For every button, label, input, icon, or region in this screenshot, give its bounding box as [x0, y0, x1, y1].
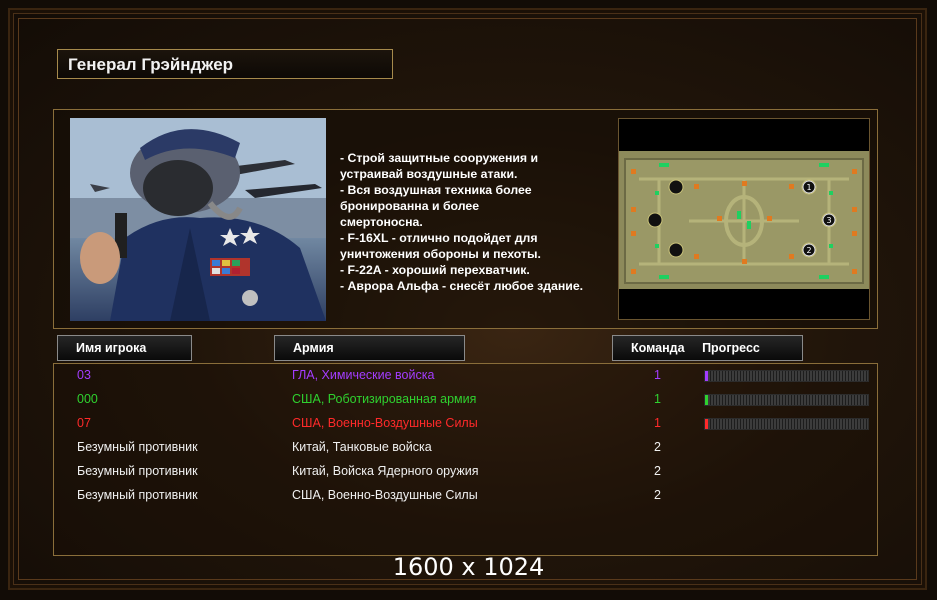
description-line: - F-22A - хороший перехватчик. — [340, 263, 530, 277]
progress-bar — [704, 418, 869, 430]
player-team: 2 — [654, 440, 661, 454]
description-line: устраивай воздушные атаки. — [340, 167, 518, 181]
progress-fill — [705, 371, 709, 381]
progress-bar — [704, 394, 869, 406]
description-line: - F-16XL - отлично подойдет для — [340, 231, 538, 245]
header-army: Армия — [274, 335, 465, 361]
header-team-progress: Команда Прогресс — [612, 335, 803, 361]
general-title: Генерал Грэйнджер — [57, 49, 393, 79]
header-team: Команда — [631, 341, 685, 355]
player-team: 1 — [654, 368, 661, 382]
progress-fill — [705, 395, 709, 405]
minimap-image: 1 2 3 — [619, 151, 869, 289]
player-army: Китай, Войска Ядерного оружия — [292, 464, 479, 478]
player-team: 1 — [654, 416, 661, 430]
player-row: 03 ГЛА, Химические войска 1 — [54, 366, 877, 390]
start-marker-2: 2 — [806, 246, 811, 255]
description-line: - Вся воздушная техника более — [340, 183, 532, 197]
description-line: смертоносна. — [340, 215, 423, 229]
player-army: Китай, Танковые войска — [292, 440, 432, 454]
player-row: 07 США, Военно-Воздушные Силы 1 — [54, 414, 877, 438]
description-line: - Аврора Альфа - снесёт любое здание. — [340, 279, 584, 293]
player-list: 03 ГЛА, Химические войска 1 000 США, Роб… — [53, 363, 878, 556]
description-line: - Строй защитные сооружения и — [340, 151, 539, 165]
player-row: Безумный противник США, Военно-Воздушные… — [54, 486, 877, 510]
player-row: Безумный противник Китай, Войска Ядерног… — [54, 462, 877, 486]
minimap: 1 2 3 — [618, 118, 870, 320]
player-name: Безумный противник — [77, 464, 198, 478]
progress-bar — [704, 370, 869, 382]
general-portrait — [70, 118, 326, 321]
player-army: ГЛА, Химические войска — [292, 368, 435, 382]
player-row: 000 США, Роботизированная армия 1 — [54, 390, 877, 414]
player-team: 1 — [654, 392, 661, 406]
player-army: США, Военно-Воздушные Силы — [292, 416, 478, 430]
player-team: 2 — [654, 488, 661, 502]
player-name: Безумный противник — [77, 440, 198, 454]
player-team: 2 — [654, 464, 661, 478]
player-army: США, Роботизированная армия — [292, 392, 477, 406]
resolution-label: 1600 x 1024 — [392, 553, 545, 581]
player-name: 03 — [77, 368, 91, 382]
header-progress: Прогресс — [702, 341, 760, 355]
player-name: 07 — [77, 416, 91, 430]
player-army: США, Военно-Воздушные Силы — [292, 488, 478, 502]
header-player-name: Имя игрока — [57, 335, 192, 361]
start-marker-1: 1 — [806, 183, 811, 192]
player-row: Безумный противник Китай, Танковые войск… — [54, 438, 877, 462]
progress-fill — [705, 419, 709, 429]
player-name: Безумный противник — [77, 488, 198, 502]
general-description: - Строй защитные сооружения и устраивай … — [340, 150, 615, 294]
description-line: бронированна и более — [340, 199, 480, 213]
player-name: 000 — [77, 392, 98, 406]
general-portrait-image — [70, 118, 326, 321]
start-marker-3: 3 — [826, 216, 831, 225]
description-line: уничтожения обороны и пехоты. — [340, 247, 541, 261]
